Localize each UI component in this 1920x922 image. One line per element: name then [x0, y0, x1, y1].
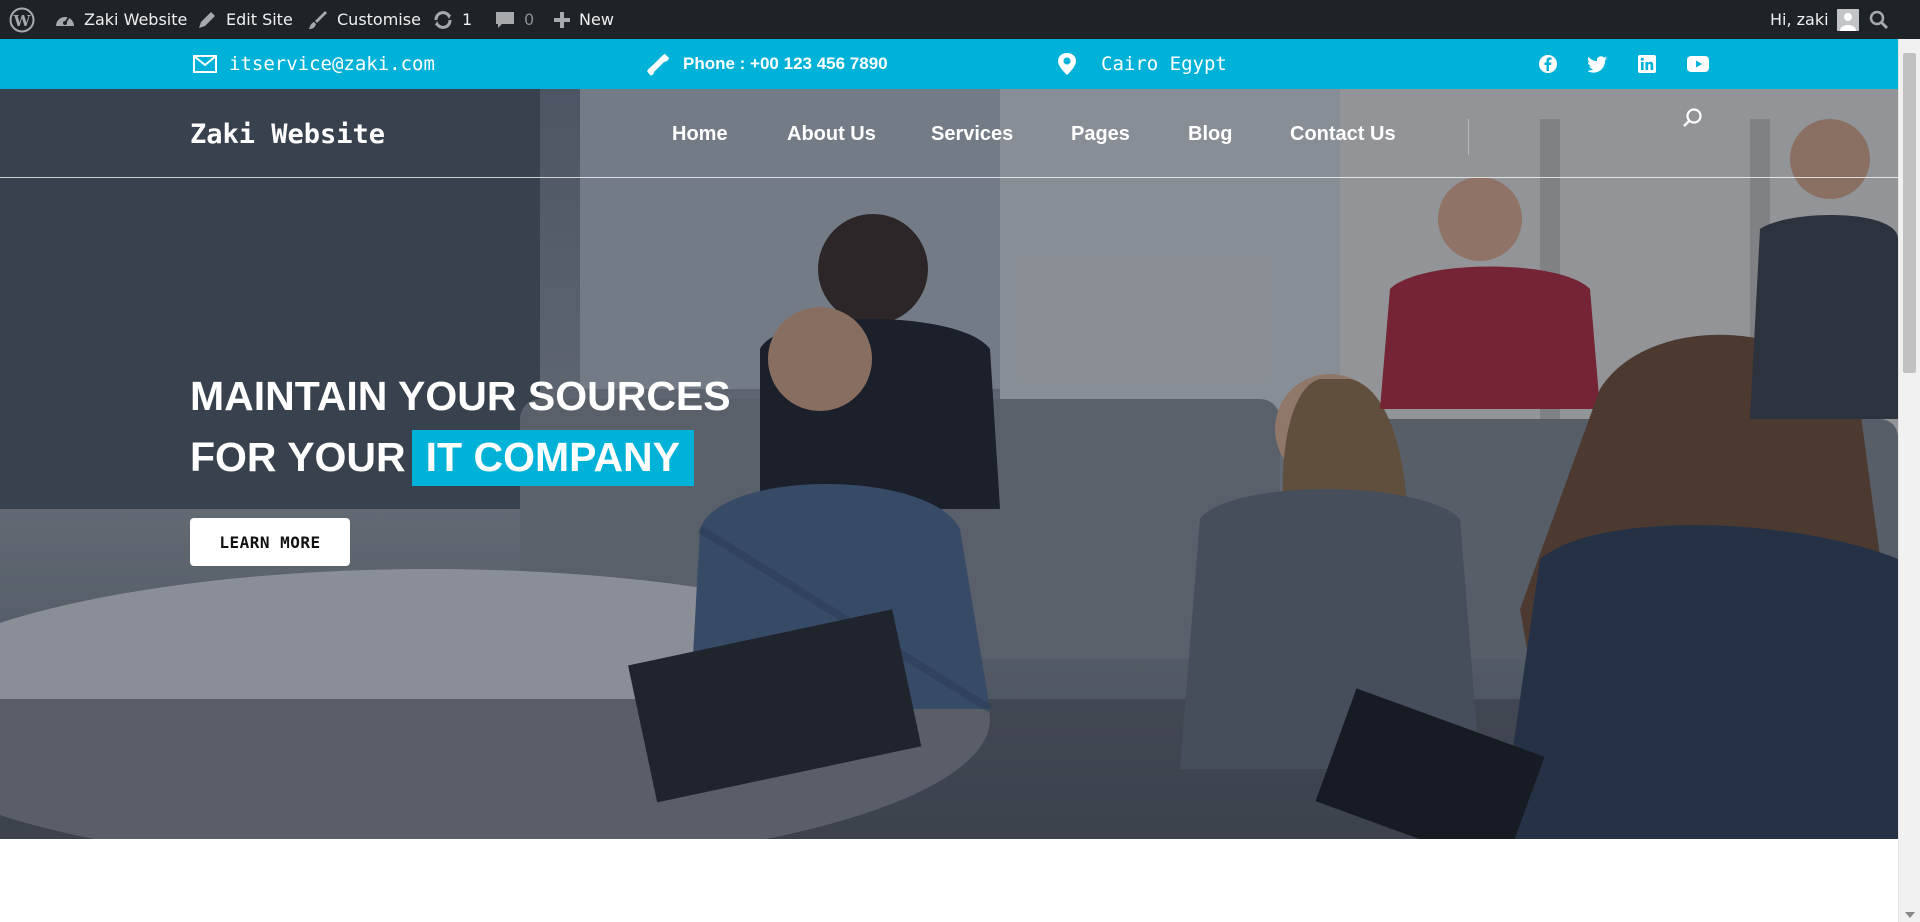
wp-admin-bar: W Zaki Website Edit Site Customise 1 0 N…	[0, 0, 1920, 39]
edit-site-label: Edit Site	[226, 10, 293, 29]
pencil-icon	[199, 11, 215, 28]
linkedin-icon[interactable]	[1638, 39, 1656, 89]
admin-site-name-label: Zaki Website	[84, 10, 188, 29]
new-label: New	[579, 10, 614, 29]
updates-link[interactable]: 1	[432, 0, 472, 39]
nav-contact-us[interactable]: Contact Us	[1290, 123, 1396, 146]
avatar	[1836, 8, 1859, 31]
comments-count: 0	[524, 10, 535, 29]
phone-contact[interactable]: Phone : +00 123 456 7890	[645, 39, 888, 89]
comments-link[interactable]: 0	[494, 0, 534, 39]
top-info-bar: itservice@zaki.com Phone : +00 123 456 7…	[0, 39, 1898, 89]
my-account[interactable]: Hi, zaki	[1770, 0, 1859, 39]
hero-headline-prefix: FOR YOUR	[190, 434, 406, 480]
map-pin-icon	[1058, 53, 1076, 75]
scrollbar-thumb[interactable]	[1903, 53, 1916, 373]
refresh-icon	[434, 10, 452, 29]
dashboard-icon	[56, 15, 74, 26]
svg-text:W: W	[13, 12, 32, 30]
email-contact[interactable]: itservice@zaki.com	[193, 39, 435, 89]
hero-section: Zaki Website Home About Us Services Page…	[0, 89, 1898, 839]
customise-label: Customise	[337, 10, 421, 29]
phone-icon	[647, 54, 669, 76]
learn-more-button[interactable]: LEARN MORE	[190, 518, 350, 566]
site-title[interactable]: Zaki Website	[190, 119, 385, 150]
admin-search-icon[interactable]	[1868, 0, 1890, 39]
hero-headline-line1: MAINTAIN YOUR SOURCES	[190, 373, 731, 419]
phone-text: Phone : +00 123 456 7890	[683, 54, 888, 73]
customise-link[interactable]: Customise	[307, 0, 421, 39]
greeting: Hi, zaki	[1770, 10, 1829, 29]
nav-divider	[1468, 119, 1469, 155]
nav-home[interactable]: Home	[672, 123, 728, 146]
search-icon[interactable]	[1682, 107, 1704, 134]
scroll-down-arrow-icon[interactable]	[1905, 912, 1915, 918]
admin-site-name[interactable]: Zaki Website	[54, 0, 187, 39]
new-content-link[interactable]: New	[553, 0, 614, 39]
wordpress-logo-icon[interactable]: W	[9, 0, 35, 39]
edit-site-link[interactable]: Edit Site	[196, 0, 293, 39]
header-separator	[0, 177, 1898, 178]
envelope-icon	[193, 55, 217, 73]
location-text: Cairo Egypt	[1101, 53, 1227, 75]
email-text: itservice@zaki.com	[229, 53, 435, 75]
twitter-icon[interactable]	[1588, 39, 1608, 89]
updates-count: 1	[462, 10, 473, 29]
nav-blog[interactable]: Blog	[1188, 123, 1232, 146]
plus-icon	[554, 11, 570, 28]
youtube-icon[interactable]	[1687, 39, 1709, 89]
hero-headline-line2: FOR YOUR IT COMPANY	[190, 430, 695, 486]
nav-services[interactable]: Services	[931, 123, 1013, 146]
page-scrollbar[interactable]	[1898, 39, 1920, 922]
comment-icon	[496, 11, 514, 28]
location-contact: Cairo Egypt	[1057, 39, 1227, 89]
facebook-icon[interactable]	[1538, 39, 1558, 89]
brush-icon	[309, 10, 327, 29]
nav-about-us[interactable]: About Us	[787, 123, 876, 146]
hero-headline-highlight: IT COMPANY	[411, 430, 695, 486]
nav-pages[interactable]: Pages	[1071, 123, 1130, 146]
